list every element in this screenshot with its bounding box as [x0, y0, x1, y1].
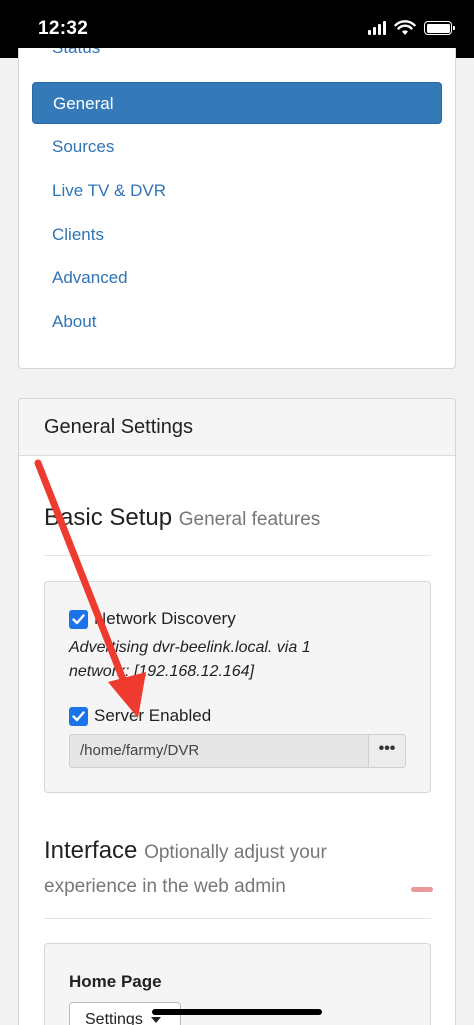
- red-scribble-mark: [411, 887, 433, 892]
- browse-path-button[interactable]: •••: [369, 734, 406, 768]
- nav-item-general[interactable]: General: [32, 82, 442, 124]
- divider: [44, 918, 431, 919]
- network-discovery-label: Network Discovery: [94, 609, 236, 628]
- interface-heading: Interface Optionally adjust your experie…: [44, 835, 414, 903]
- network-discovery-checkbox[interactable]: [69, 609, 88, 629]
- server-enabled-row[interactable]: Server Enabled: [69, 706, 211, 726]
- wifi-icon: [394, 20, 416, 35]
- nav-item-about[interactable]: About: [32, 301, 442, 343]
- check-icon: [72, 613, 85, 624]
- battery-icon: [424, 21, 455, 35]
- recording-path-group: /home/farmy/DVR •••: [69, 734, 406, 768]
- settings-nav: Status General Sources Live TV & DVR Cli…: [18, 48, 456, 369]
- network-discovery-row[interactable]: Network Discovery: [69, 609, 236, 629]
- server-enabled-label: Server Enabled: [94, 706, 212, 725]
- home-page-select-value: Settings: [85, 1011, 143, 1025]
- recording-path-input[interactable]: /home/farmy/DVR: [69, 734, 369, 768]
- nav-item-status[interactable]: Status: [32, 48, 442, 70]
- server-enabled-checkbox[interactable]: [69, 706, 88, 726]
- divider: [44, 555, 431, 556]
- interface-title: Interface: [44, 837, 138, 864]
- home-indicator[interactable]: [152, 1009, 322, 1015]
- panel-title: General Settings: [19, 399, 455, 456]
- caret-down-icon: [151, 1016, 162, 1023]
- status-time: 12:32: [38, 18, 89, 39]
- nav-item-advanced[interactable]: Advanced: [32, 257, 442, 299]
- nav-item-sources[interactable]: Sources: [32, 126, 442, 168]
- basic-setup-well: Network Discovery Advertising dvr-beelin…: [44, 581, 431, 793]
- nav-item-live-tv-dvr[interactable]: Live TV & DVR: [32, 170, 442, 212]
- basic-setup-heading: Basic Setup General features: [44, 504, 320, 532]
- cellular-signal-icon: [368, 21, 386, 35]
- basic-setup-subtitle: General features: [178, 509, 321, 530]
- basic-setup-title: Basic Setup: [44, 504, 173, 531]
- advertising-note: Advertising dvr-beelink.local. via 1 net…: [69, 639, 311, 680]
- general-settings-panel: General Settings Basic Setup General fea…: [18, 398, 456, 1025]
- status-icons: [368, 20, 455, 36]
- nav-item-clients[interactable]: Clients: [32, 214, 442, 256]
- check-icon: [72, 710, 85, 721]
- home-page-label: Home Page: [69, 972, 162, 991]
